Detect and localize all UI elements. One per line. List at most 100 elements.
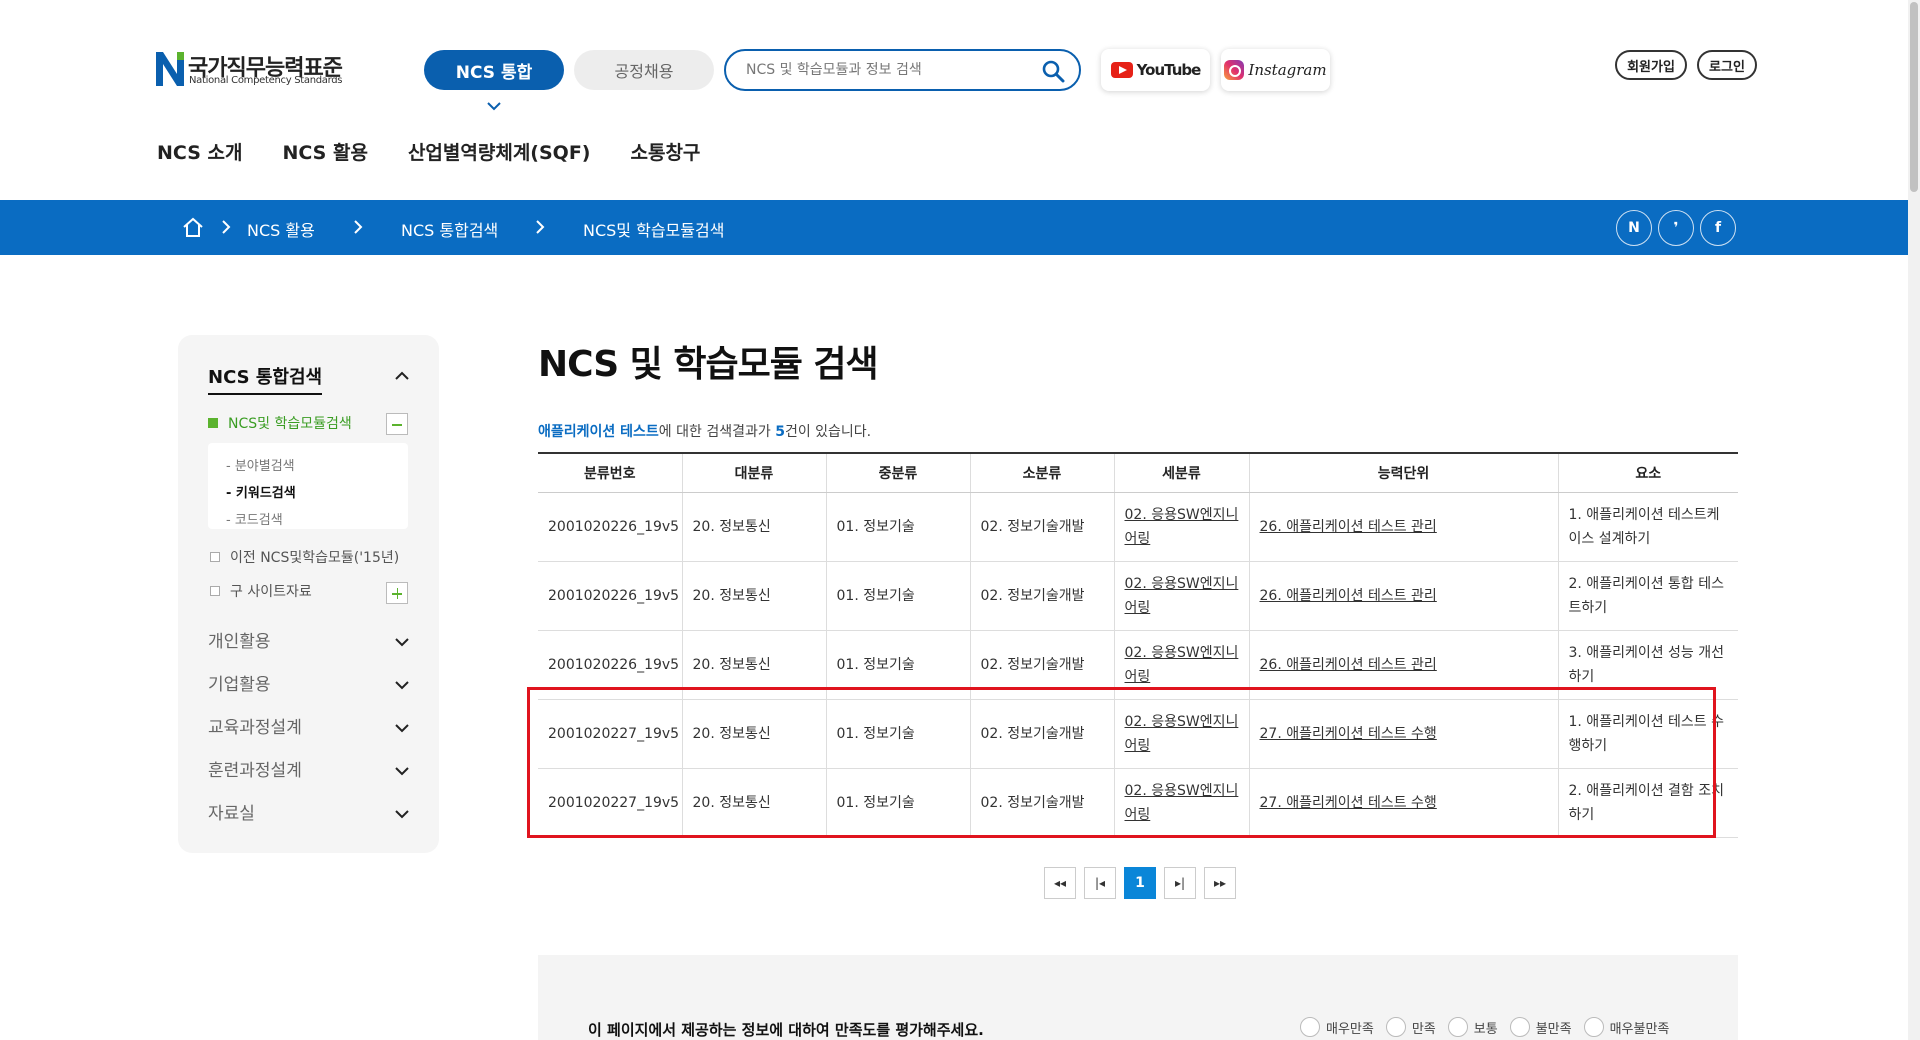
instagram-button[interactable]: Instagram [1221,49,1330,91]
chevron-down-icon[interactable] [394,680,410,690]
cell-detail-link[interactable]: 02. 응용SW엔지니어링 [1113,492,1249,562]
collapse-toggle-icon[interactable] [386,413,408,435]
page-number-button[interactable]: 1 [1124,867,1156,899]
search-input[interactable] [746,59,1036,81]
survey-option-very-satisfied[interactable]: 매우만족 [1300,1017,1374,1037]
cell-middle: 01. 정보기술 [825,492,970,562]
expand-toggle-icon[interactable] [386,582,408,604]
cell-detail-link[interactable]: 02. 응용SW엔지니어링 [1113,561,1249,631]
main-nav: NCS 소개 NCS 활용 산업별역량체계(SQF) 소통창구 [157,138,700,165]
chevron-down-icon[interactable] [394,809,410,819]
breadcrumb-module-search[interactable]: NCS및 학습모듈검색 [583,217,724,241]
nav-ncs-usage[interactable]: NCS 활용 [282,138,367,165]
cell-unit-link[interactable]: 27. 애플리케이션 테스트 수행 [1248,699,1558,769]
sidebar-item-training[interactable]: 훈련과정설계 [208,756,302,781]
radio-icon[interactable] [1385,1017,1406,1037]
sidebar-item-field-search[interactable]: - 분야별검색 [226,453,390,480]
column-header[interactable]: 대분류 [681,452,826,493]
survey-option-very-dissatisfied[interactable]: 매우불만족 [1583,1017,1669,1037]
cell-element: 3. 애플리케이션 성능 개선하기 [1557,630,1738,700]
cell-element: 2. 애플리케이션 결함 조치하기 [1557,768,1738,838]
naver-share-icon[interactable]: N [1616,210,1652,246]
cell-unit-link[interactable]: 26. 애플리케이션 테스트 관리 [1248,561,1558,631]
cell-detail-link[interactable]: 02. 응용SW엔지니어링 [1113,630,1249,700]
radio-icon[interactable] [1583,1017,1604,1037]
column-header[interactable]: 요소 [1557,452,1738,493]
first-page-button[interactable]: ◂◂ [1044,867,1076,899]
cell-unit-link[interactable]: 26. 애플리케이션 테스트 관리 [1248,492,1558,562]
sidebar-item-module-search[interactable]: NCS및 학습모듈검색 [208,413,352,433]
sidebar-item-old-site[interactable]: 구 사이트자료 [210,581,312,601]
sidebar-item-archive[interactable]: 자료실 [208,799,255,824]
search-icon[interactable] [1041,59,1065,83]
column-header[interactable]: 세분류 [1113,452,1249,493]
radio-icon[interactable] [1300,1017,1320,1037]
fair-recruit-button[interactable]: 공정채용 [574,50,714,90]
cell-code: 2001020226_19v5 [538,492,682,562]
cell-major: 20. 정보통신 [681,630,826,700]
youtube-button[interactable]: YouTube [1101,49,1210,91]
sidebar-item-keyword-search[interactable]: - 키워드검색 [226,480,390,507]
table-row: 2001020227_19v5 20. 정보통신 01. 정보기술 02. 정보… [538,768,1738,838]
radio-icon[interactable] [1447,1017,1468,1037]
cell-minor: 02. 정보기술개발 [969,768,1114,838]
cell-code: 2001020227_19v5 [538,768,682,838]
column-header[interactable]: 중분류 [825,452,970,493]
cell-unit-link[interactable]: 26. 애플리케이션 테스트 관리 [1248,630,1558,700]
nav-ncs-intro[interactable]: NCS 소개 [157,138,242,165]
blog-share-icon[interactable]: ❜ [1658,210,1694,246]
nav-sqf[interactable]: 산업별역량체계(SQF) [408,138,591,165]
cell-code: 2001020226_19v5 [538,561,682,631]
sidebar-item-previous-ncs[interactable]: 이전 NCS및학습모듈('15년) [210,547,399,567]
sidebar: NCS 통합검색 NCS및 학습모듈검색 - 분야별검색 - 키워드검색 - 코… [178,335,439,853]
last-page-button[interactable]: ▸▸ [1204,867,1236,899]
cell-detail-link[interactable]: 02. 응용SW엔지니어링 [1113,699,1249,769]
chevron-right-icon [354,220,363,234]
facebook-share-icon[interactable]: f [1700,210,1736,246]
cell-element: 1. 애플리케이션 테스트 수행하기 [1557,699,1738,769]
chevron-up-icon[interactable] [394,371,410,381]
survey-option-neutral[interactable]: 보통 [1447,1017,1498,1037]
sidebar-item-label: 구 사이트자료 [230,584,312,600]
ncs-integrated-button[interactable]: NCS 통합 [424,50,564,90]
breadcrumb-ncs-search[interactable]: NCS 통합검색 [401,217,498,241]
survey-option-dissatisfied[interactable]: 불만족 [1509,1017,1572,1037]
breadcrumb: NCS 활용 NCS 통합검색 NCS및 학습모듈검색 N ❜ f [0,200,1920,255]
chevron-down-icon[interactable] [394,723,410,733]
sidebar-title[interactable]: NCS 통합검색 [208,363,323,395]
cell-detail-link[interactable]: 02. 응용SW엔지니어링 [1113,768,1249,838]
scrollbar-thumb[interactable] [1910,2,1918,192]
youtube-label: YouTube [1136,61,1202,79]
join-button[interactable]: 회원가입 [1615,50,1687,80]
next-page-button[interactable]: ▸| [1164,867,1196,899]
sidebar-item-code-search[interactable]: - 코드검색 [226,507,390,534]
chevron-down-icon[interactable] [394,766,410,776]
cell-middle: 01. 정보기술 [825,768,970,838]
cell-minor: 02. 정보기술개발 [969,561,1114,631]
youtube-icon [1110,62,1133,78]
sidebar-item-enterprise[interactable]: 기업활용 [208,670,271,695]
survey-option-satisfied[interactable]: 만족 [1385,1017,1436,1037]
nav-communication[interactable]: 소통창구 [630,138,700,165]
radio-icon[interactable] [1509,1017,1530,1037]
page-scrollbar[interactable] [1908,0,1920,1040]
login-button[interactable]: 로그인 [1697,50,1757,80]
sidebar-item-curriculum[interactable]: 교육과정설계 [208,713,302,738]
cell-minor: 02. 정보기술개발 [969,492,1114,562]
sidebar-item-personal[interactable]: 개인활용 [208,627,271,652]
prev-page-button[interactable]: |◂ [1084,867,1116,899]
column-header[interactable]: 소분류 [969,452,1114,493]
column-header[interactable]: 분류번호 [538,452,682,493]
cell-element: 1. 애플리케이션 테스트케이스 설계하기 [1557,492,1738,562]
result-keyword: 애플리케이션 테스트 [538,424,659,440]
cell-unit-link[interactable]: 27. 애플리케이션 테스트 수행 [1248,768,1558,838]
site-logo[interactable]: 국가직무능력표준 National Competency Standards [156,50,343,90]
breadcrumb-ncs-usage[interactable]: NCS 활용 [247,217,315,241]
table-header-row: 분류번호 대분류 중분류 소분류 세분류 능력단위 요소 [538,452,1738,493]
table-row: 2001020226_19v5 20. 정보통신 01. 정보기술 02. 정보… [538,492,1738,562]
column-header[interactable]: 능력단위 [1248,452,1558,493]
chevron-down-icon[interactable] [487,101,501,111]
chevron-down-icon[interactable] [394,637,410,647]
home-icon[interactable] [182,216,204,238]
cell-code: 2001020226_19v5 [538,630,682,700]
